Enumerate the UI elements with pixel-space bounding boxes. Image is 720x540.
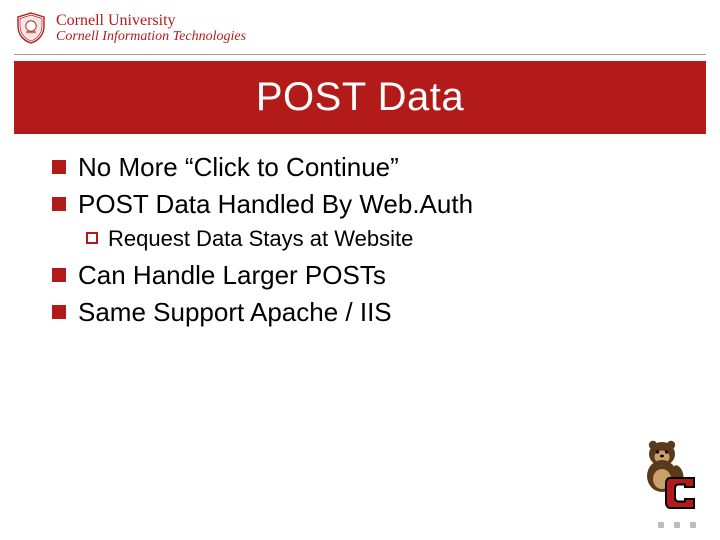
slide-header: Cornell University Cornell Information T… bbox=[0, 0, 720, 54]
mascot-logo-icon bbox=[632, 434, 698, 512]
header-divider bbox=[14, 54, 706, 55]
slide-title: POST Data bbox=[24, 75, 696, 120]
list-item-label: Request Data Stays at Website bbox=[108, 226, 413, 251]
pager-dot-icon bbox=[690, 522, 696, 528]
pager-dots bbox=[658, 522, 696, 528]
list-item-label: Same Support Apache / IIS bbox=[78, 297, 392, 327]
slide-content: No More “Click to Continue” POST Data Ha… bbox=[0, 134, 720, 330]
list-item-label: Can Handle Larger POSTs bbox=[78, 260, 386, 290]
list-item: Request Data Stays at Website bbox=[86, 224, 690, 254]
list-item: Same Support Apache / IIS bbox=[52, 295, 690, 330]
list-item: No More “Click to Continue” bbox=[52, 150, 690, 185]
title-bar: POST Data bbox=[14, 61, 706, 134]
cornell-seal-icon bbox=[14, 11, 48, 45]
list-item-label: POST Data Handled By Web.Auth bbox=[78, 189, 473, 219]
brand-text: Cornell University Cornell Information T… bbox=[56, 12, 246, 44]
list-item: Can Handle Larger POSTs bbox=[52, 258, 690, 293]
pager-dot-icon bbox=[674, 522, 680, 528]
pager-dot-icon bbox=[658, 522, 664, 528]
brand-department: Cornell Information Technologies bbox=[56, 29, 246, 44]
list-item-label: No More “Click to Continue” bbox=[78, 152, 399, 182]
list-item: POST Data Handled By Web.Auth Request Da… bbox=[52, 187, 690, 254]
brand-university: Cornell University bbox=[56, 12, 246, 30]
